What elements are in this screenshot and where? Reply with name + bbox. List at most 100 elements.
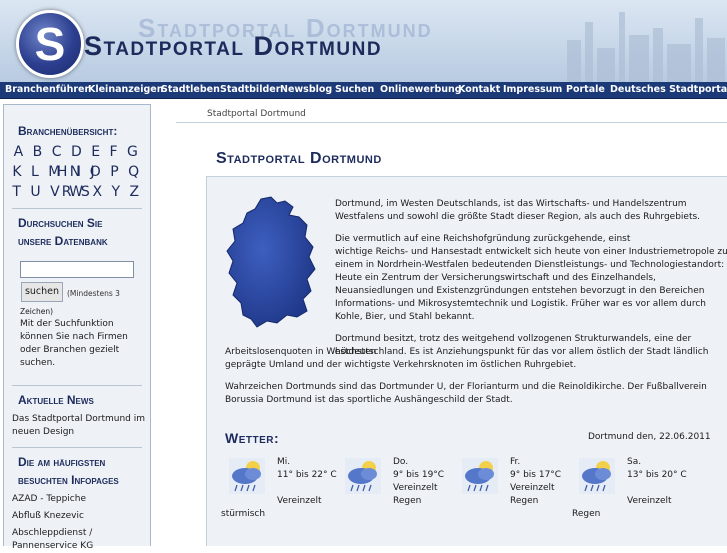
history-line-7: Kohle, Bier, und Stahl bekannt. — [335, 312, 475, 322]
weather-day-card: Fr. 9° bis 17°C Vereinzelt Regen — [462, 456, 572, 536]
weather-day: Fr. — [510, 457, 521, 467]
skyline-graphic — [567, 12, 725, 82]
weather-desc: Regen — [572, 509, 601, 519]
germany-map-icon — [226, 196, 316, 328]
letter-c[interactable]: C — [52, 144, 64, 160]
letter-b[interactable]: B — [33, 144, 45, 160]
weather-heading: Wetter: — [225, 430, 280, 446]
weather-temp: 9° bis 17°C — [510, 470, 562, 480]
breadcrumb-divider — [176, 122, 727, 123]
nav-item-onlinewerbung[interactable]: Onlinewerbung — [380, 82, 462, 98]
weather-day-card: Sa. 13° bis 20° C Vereinzelt — [579, 456, 689, 536]
weather-desc: Vereinzelt — [510, 483, 555, 493]
letter-u[interactable]: U — [30, 184, 43, 200]
letter-t[interactable]: T — [12, 184, 23, 200]
infopages-heading-1: Die am häufigsten — [18, 455, 106, 469]
weather-day-card: Mi. 11° bis 22° C Vereinzelt — [229, 456, 339, 536]
search-input[interactable] — [20, 261, 134, 278]
branchen-heading: Branchenübersicht: — [18, 124, 118, 138]
weather-desc: stürmisch — [221, 509, 266, 519]
search-hint: (Mindestens 3 — [67, 289, 120, 298]
letter-o[interactable]: O — [90, 164, 104, 180]
nav-item-suchen[interactable]: Suchen — [335, 82, 374, 98]
search-desc-1: Mit der Suchfunktion — [20, 319, 114, 329]
sidebar: Branchenübersicht: A B C D E F G H I J K… — [3, 104, 151, 551]
letter-z[interactable]: Z — [130, 184, 142, 200]
letter-a[interactable]: A — [14, 144, 26, 160]
weather-temp: 11° bis 22° C — [277, 470, 337, 480]
economy-line-3: geprägte Umland und der wichtigste Verke… — [225, 360, 577, 370]
weather-day-card: Do. 9° bis 19°C Vereinzelt Regen — [345, 456, 455, 536]
history-line-3: einem in Nordrhein-Westfalen bedeutenden… — [335, 260, 725, 270]
infopage-link[interactable]: AZAD - Teppiche — [12, 493, 86, 506]
nav-item-newsblog[interactable]: Newsblog — [280, 82, 332, 98]
site-header: S Stadtportal Dortmund Stadtportal Dortm… — [0, 0, 727, 82]
sidebar-divider — [12, 208, 142, 209]
infopage-link[interactable]: Abschleppdienst / — [12, 527, 92, 540]
nav-item-stadtbilder[interactable]: Stadtbilder — [220, 82, 280, 98]
search-desc-3: oder Branchen gezielt — [20, 345, 120, 355]
cloud-rain-icon — [579, 458, 615, 494]
letter-l[interactable]: L — [31, 164, 41, 180]
letter-f[interactable]: F — [110, 144, 121, 160]
letter-n[interactable]: N — [70, 164, 83, 180]
infopage-link[interactable]: Pannenservice KG — [12, 540, 93, 553]
intro-line-1: Dortmund, im Westen Deutschlands, ist da… — [335, 199, 687, 209]
news-item-2[interactable]: neuen Design — [12, 426, 74, 439]
search-heading-1: Durchsuchen Sie — [18, 216, 103, 230]
nav-item-deutsches-stadtportal[interactable]: Deutsches Stadtportal — [610, 82, 727, 98]
weather-day: Sa. — [627, 457, 642, 467]
news-item-1[interactable]: Das Stadtportal Dortmund im — [12, 413, 145, 426]
intro-line-2: Westfalens und sowohl die größte Stadt d… — [335, 212, 701, 222]
history-line-6: Informations- und Mikrosystemtechnik und… — [335, 299, 707, 309]
sidebar-divider — [12, 385, 142, 386]
nav-item-impressum[interactable]: Impressum — [503, 82, 562, 98]
letter-k[interactable]: K — [12, 164, 24, 180]
logo[interactable]: S — [16, 10, 84, 78]
letter-y[interactable]: Y — [111, 184, 122, 200]
weather-date: Dortmund den, 22.06.2011 — [588, 432, 711, 442]
letter-d[interactable]: D — [71, 144, 84, 160]
history-line-2: wichtige Reichs- und Hansestadt entwicke… — [335, 247, 727, 257]
infopage-link[interactable]: Abfluß Knezevic — [12, 510, 84, 523]
letter-g[interactable]: G — [127, 144, 140, 160]
search-desc-2: können Sie nach Firmen — [20, 332, 128, 342]
history-line-4: Heute ein Zentrum der Versicherungswirts… — [335, 273, 656, 283]
sidebar-divider — [12, 447, 142, 448]
weather-temp: 9° bis 19°C — [393, 470, 445, 480]
search-button[interactable]: suchen — [21, 282, 63, 302]
letter-v[interactable]: V — [50, 184, 62, 200]
weather-day: Mi. — [277, 457, 291, 467]
nav-item-portale[interactable]: Portale — [566, 82, 605, 98]
landmarks-line-1: Wahrzeichen Dortmunds sind das Dortmunde… — [225, 382, 707, 392]
history-line-5: Neuansiedlungen und Existenzgründungen e… — [335, 286, 705, 296]
weather-desc: Regen — [393, 496, 422, 506]
news-heading: Aktuelle News — [18, 393, 94, 407]
nav-item-stadtleben[interactable]: Stadtleben — [161, 82, 220, 98]
weather-temp: 13° bis 20° C — [627, 470, 687, 480]
letter-e[interactable]: E — [91, 144, 102, 160]
economy-line-2: Arbeitslosenquoten in Westdeutschland. E… — [225, 347, 709, 357]
cloud-rain-icon — [229, 458, 265, 494]
landmarks-line-2: Borussia Dortmund ist das sportliche Aus… — [225, 395, 513, 405]
nav-item-kleinanzeigen[interactable]: Kleinanzeigen — [88, 82, 164, 98]
letter-p[interactable]: P — [110, 164, 121, 180]
nav-item-branchenfuehrer[interactable]: Branchenführer — [5, 82, 89, 98]
letter-x[interactable]: X — [92, 184, 104, 200]
letter-w[interactable]: W — [69, 184, 85, 200]
weather-day: Do. — [393, 457, 409, 467]
page-title: Stadtportal Dortmund — [216, 150, 382, 167]
site-title[interactable]: Stadtportal Dortmund — [84, 31, 382, 62]
letter-q[interactable]: Q — [128, 164, 142, 180]
weather-desc: Vereinzelt — [627, 496, 672, 506]
weather-desc: Vereinzelt — [277, 496, 322, 506]
breadcrumb[interactable]: Stadtportal Dortmund — [207, 109, 306, 119]
cloud-rain-icon — [462, 458, 498, 494]
nav-item-kontakt[interactable]: Kontakt — [458, 82, 500, 98]
letter-m[interactable]: M — [48, 164, 63, 180]
weather-desc: Vereinzelt — [393, 483, 438, 493]
history-line-1: Die vermutlich auf eine Reichshofgründun… — [335, 234, 631, 244]
search-hint-2: Zeichen) — [20, 307, 54, 316]
search-heading-2: unsere Datenbank — [18, 234, 108, 248]
search-desc-4: suchen. — [20, 358, 56, 368]
